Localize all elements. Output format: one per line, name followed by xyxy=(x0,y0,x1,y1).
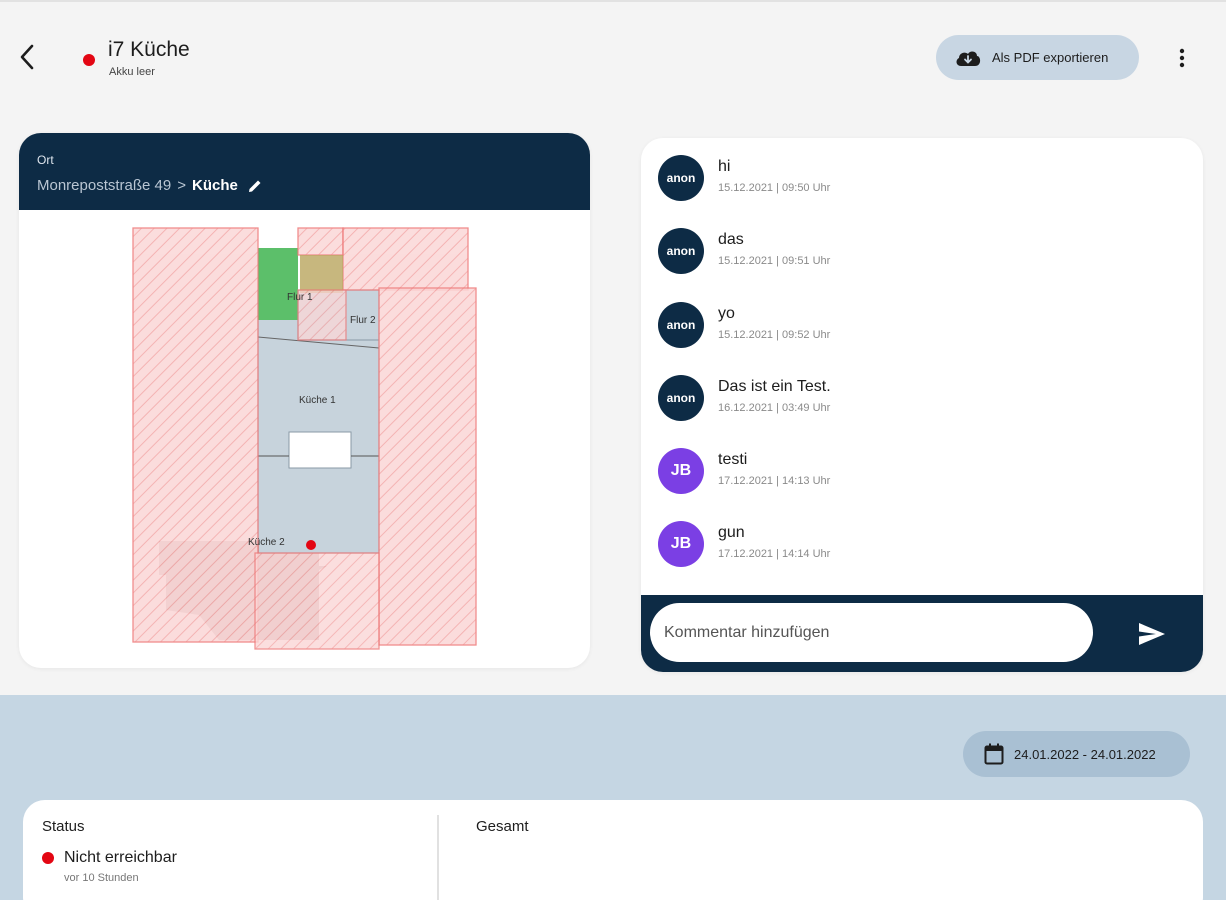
comment-item: anon Das ist ein Test. 16.12.2021 | 03:4… xyxy=(658,375,1178,425)
comment-item: anon yo 15.12.2021 | 09:52 Uhr xyxy=(658,302,1178,352)
more-menu-button[interactable] xyxy=(1168,42,1196,74)
pencil-icon xyxy=(248,180,261,192)
export-pdf-label: Als PDF exportieren xyxy=(992,50,1109,65)
export-pdf-button[interactable]: Als PDF exportieren xyxy=(936,35,1139,80)
back-button[interactable] xyxy=(12,40,42,74)
avatar: anon xyxy=(658,302,704,348)
divider xyxy=(437,815,439,900)
comment-composer xyxy=(641,595,1203,672)
room-label-flur-2: Flur 2 xyxy=(350,315,376,326)
edit-location-button[interactable] xyxy=(248,179,262,193)
comment-time: 17.12.2021 | 14:14 Uhr xyxy=(718,548,831,560)
status-timestamp: vor 10 Stunden xyxy=(64,872,139,884)
status-dot xyxy=(42,852,54,864)
top-divider xyxy=(0,0,1226,2)
avatar: anon xyxy=(658,155,704,201)
stats-card: Status Nicht erreichbar vor 10 Stunden G… xyxy=(23,800,1203,900)
room-label-flur-1: Flur 1 xyxy=(287,292,313,303)
send-icon xyxy=(1139,623,1165,645)
date-range-button[interactable]: 24.01.2022 - 24.01.2022 xyxy=(963,731,1190,777)
comments-card: anon hi 15.12.2021 | 09:50 Uhr anon das … xyxy=(641,138,1203,672)
location-header: Ort Monrepoststraße 49 > Küche xyxy=(19,133,590,210)
status-value: Nicht erreichbar xyxy=(64,849,177,866)
avatar: JB xyxy=(658,448,704,494)
room-flur-1[interactable] xyxy=(258,248,298,320)
avatar: JB xyxy=(658,521,704,567)
status-label: Status xyxy=(42,818,85,835)
floorplan: Flur 1 Flur 2 Küche 1 Küche 2 xyxy=(132,227,477,650)
room-label-kueche-1: Küche 1 xyxy=(299,395,336,406)
comment-time: 15.12.2021 | 09:51 Uhr xyxy=(718,255,831,267)
comment-text: das xyxy=(718,231,744,248)
stats-section: 24.01.2022 - 24.01.2022 Status Nicht err… xyxy=(0,695,1226,900)
comment-text: yo xyxy=(718,305,735,322)
comment-item: anon das 15.12.2021 | 09:51 Uhr xyxy=(658,228,1178,278)
calendar-icon xyxy=(984,743,1004,765)
comment-time: 15.12.2021 | 09:50 Uhr xyxy=(718,182,831,194)
location-breadcrumb: Monrepoststraße 49 > Küche xyxy=(37,177,572,194)
comment-text: hi xyxy=(718,158,731,175)
avatar: anon xyxy=(658,375,704,421)
comment-input[interactable] xyxy=(650,603,1093,662)
date-range-label: 24.01.2022 - 24.01.2022 xyxy=(1014,746,1156,762)
breadcrumb-separator: > xyxy=(177,177,186,194)
comment-text: testi xyxy=(718,451,748,468)
comment-time: 17.12.2021 | 14:13 Uhr xyxy=(718,475,831,487)
comment-time: 16.12.2021 | 03:49 Uhr xyxy=(718,402,831,414)
room-label-kueche-2: Küche 2 xyxy=(248,537,285,548)
device-subtitle: Akku leer xyxy=(109,66,155,78)
avatar: anon xyxy=(658,228,704,274)
total-label: Gesamt xyxy=(476,818,529,835)
breadcrumb-building[interactable]: Monrepoststraße 49 xyxy=(37,177,171,194)
status-dot xyxy=(83,54,95,66)
comment-text: gun xyxy=(718,524,745,541)
comment-item: JB gun 17.12.2021 | 14:14 Uhr xyxy=(658,521,1178,571)
sensor-marker[interactable] xyxy=(306,540,316,550)
comment-item: anon hi 15.12.2021 | 09:50 Uhr xyxy=(658,155,1178,205)
cloud-download-icon xyxy=(956,51,981,66)
breadcrumb-room: Küche xyxy=(192,177,238,194)
floorplan-card: Ort Monrepoststraße 49 > Küche Flur 1 Fl… xyxy=(19,133,590,668)
send-comment-button[interactable] xyxy=(1135,617,1169,651)
device-title: i7 Küche xyxy=(108,38,190,61)
comment-item: JB testi 17.12.2021 | 14:13 Uhr xyxy=(658,448,1178,498)
comment-time: 15.12.2021 | 09:52 Uhr xyxy=(718,329,831,341)
location-label: Ort xyxy=(37,153,54,167)
comment-text: Das ist ein Test. xyxy=(718,378,831,395)
more-vertical-icon xyxy=(1179,48,1185,68)
chevron-left-icon xyxy=(20,44,34,70)
